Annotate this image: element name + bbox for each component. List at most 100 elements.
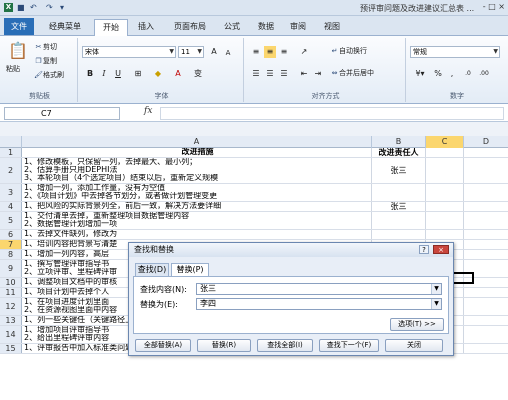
cell-a[interactable]: 1、交付清单去掉，重新整理项目数据管理内容 2、数据管理计划增加一项 [22, 212, 372, 229]
fill-color-icon[interactable]: ◆ [152, 68, 164, 80]
cell-a[interactable]: 1、把风险的实际背景列全，前后一致，解决方法要详细 [22, 202, 372, 211]
cell-a[interactable]: 改进措施 [22, 148, 372, 157]
row-header[interactable]: 1 [0, 148, 22, 157]
cell-b[interactable] [372, 212, 426, 229]
shrink-font-button[interactable]: A [222, 47, 234, 59]
save-icon[interactable]: ■ [17, 3, 25, 13]
row-header[interactable]: 4 [0, 202, 22, 211]
column-header-c[interactable]: C [426, 136, 464, 148]
merge-center-button[interactable]: ⇔ 合并后居中 [330, 68, 374, 79]
cell-a[interactable]: 1、修改模板，只保留一列，去掉最大、最小列； 2、估算手册只用DEPHI法 3、本轮… [22, 158, 372, 183]
replace-all-button[interactable]: 全部替换(A) [135, 339, 191, 352]
percent-button[interactable]: % [432, 68, 444, 80]
row-header[interactable]: 3 [0, 184, 22, 201]
align-bottom-icon[interactable]: ≡ [278, 46, 290, 58]
chevron-down-icon[interactable]: ▼ [431, 299, 441, 309]
row-header[interactable]: 5 [0, 212, 22, 229]
copy-button[interactable]: ❐复制 [34, 56, 57, 67]
row-header[interactable]: 9 [0, 260, 22, 277]
align-top-icon[interactable]: ≡ [250, 46, 262, 58]
align-right-icon[interactable]: ☰ [278, 68, 290, 80]
font-size-select[interactable]: 11 ▼ [178, 46, 204, 58]
row-header[interactable]: 12 [0, 298, 22, 315]
tab-home[interactable]: 开始 [94, 19, 128, 37]
tab-formulas[interactable]: 公式 [218, 19, 246, 36]
tab-classic-menu[interactable]: 经典菜单 [42, 19, 88, 36]
find-input[interactable]: 张三 ▼ [196, 283, 442, 295]
border-icon[interactable]: ⊞ [132, 68, 144, 80]
cell-c[interactable] [426, 184, 464, 201]
tab-data[interactable]: 数据 [252, 19, 280, 36]
phonetic-icon[interactable]: 变 [192, 68, 204, 80]
replace-input[interactable]: 李四 ▼ [196, 298, 442, 310]
italic-button[interactable]: I [98, 68, 110, 80]
cell-c[interactable] [426, 230, 464, 239]
cell-b[interactable]: 张三 [372, 202, 426, 211]
align-center-icon[interactable]: ☰ [264, 68, 276, 80]
undo-icon[interactable]: ↶ [30, 3, 37, 13]
select-all-corner[interactable] [0, 136, 22, 148]
cell-b[interactable] [372, 230, 426, 239]
align-middle-icon[interactable]: ≡ [264, 46, 276, 58]
cell-b[interactable]: 张三 [372, 158, 426, 183]
underline-button[interactable]: U [112, 68, 124, 80]
wrap-text-button[interactable]: ↵ 自动换行 [330, 46, 367, 57]
font-color-icon[interactable]: A [172, 68, 184, 80]
row-header[interactable]: 7 [0, 240, 22, 249]
tab-review[interactable]: 审阅 [284, 19, 312, 36]
comma-button[interactable]: , [446, 68, 458, 80]
bold-button[interactable]: B [84, 68, 96, 80]
options-button[interactable]: 选项(T) >> [390, 318, 444, 331]
number-format-select[interactable]: 常规 ▼ [410, 46, 500, 58]
increase-indent-icon[interactable]: ⇥ [312, 68, 324, 80]
row-header[interactable]: 8 [0, 250, 22, 259]
excel-logo-icon[interactable]: X [4, 3, 13, 12]
tab-find[interactable]: 查找(D) [135, 263, 169, 276]
window-controls[interactable]: - □ × [483, 2, 505, 11]
row-header[interactable]: 10 [0, 278, 22, 287]
find-all-button[interactable]: 查找全部(I) [257, 339, 313, 352]
help-icon[interactable]: ? [419, 245, 429, 254]
grow-font-button[interactable]: A [208, 46, 220, 58]
tab-view[interactable]: 视图 [318, 19, 346, 36]
cell-c[interactable] [426, 148, 464, 157]
row-header[interactable]: 11 [0, 288, 22, 297]
row-header[interactable]: 13 [0, 316, 22, 325]
orientation-icon[interactable]: ↗ [298, 46, 310, 58]
decrease-decimal-icon[interactable]: .00 [478, 68, 490, 80]
redo-icon[interactable]: ↷ [46, 3, 53, 13]
cell-c[interactable] [426, 158, 464, 183]
paste-button[interactable]: 粘贴 [6, 64, 20, 75]
column-header-b[interactable]: B [372, 136, 426, 148]
row-header[interactable]: 15 [0, 344, 22, 353]
fx-icon[interactable]: fx [144, 106, 152, 116]
currency-icon[interactable]: ¥▾ [412, 68, 428, 80]
column-header-a[interactable]: A [22, 136, 372, 148]
close-button[interactable]: 关闭 [385, 339, 443, 352]
cell-a[interactable]: 1、增加一列，添加工作量，没有为空值 2、《项目计划》中去掉各节划分，或者做计划管… [22, 184, 372, 201]
format-painter-button[interactable]: 🖌格式刷 [34, 70, 64, 81]
cut-button[interactable]: ✂ 剪切 [34, 42, 57, 53]
replace-button[interactable]: 替换(R) [197, 339, 251, 352]
row-header[interactable]: 14 [0, 326, 22, 343]
cell-c[interactable] [426, 212, 464, 229]
paste-icon[interactable]: 📋 [8, 42, 28, 60]
tab-insert[interactable]: 插入 [132, 19, 160, 36]
cell-b[interactable]: 改进责任人 [372, 148, 426, 157]
row-header[interactable]: 2 [0, 158, 22, 183]
cell-c[interactable] [426, 202, 464, 211]
customize-icon[interactable]: ▾ [60, 3, 64, 13]
chevron-down-icon[interactable]: ▼ [431, 284, 441, 294]
cell-b[interactable] [372, 184, 426, 201]
find-next-button[interactable]: 查找下一个(F) [319, 339, 379, 352]
row-header[interactable]: 6 [0, 230, 22, 239]
name-box[interactable]: C7 [4, 107, 120, 120]
tab-page-layout[interactable]: 页面布局 [166, 19, 214, 36]
column-header-d[interactable]: D [464, 136, 508, 148]
align-left-icon[interactable]: ☰ [250, 68, 262, 80]
tab-replace[interactable]: 替换(P) [171, 263, 209, 277]
close-icon[interactable]: × [433, 245, 449, 254]
decrease-indent-icon[interactable]: ⇤ [298, 68, 310, 80]
increase-decimal-icon[interactable]: .0 [462, 68, 474, 80]
tab-file[interactable]: 文件 [4, 18, 34, 35]
